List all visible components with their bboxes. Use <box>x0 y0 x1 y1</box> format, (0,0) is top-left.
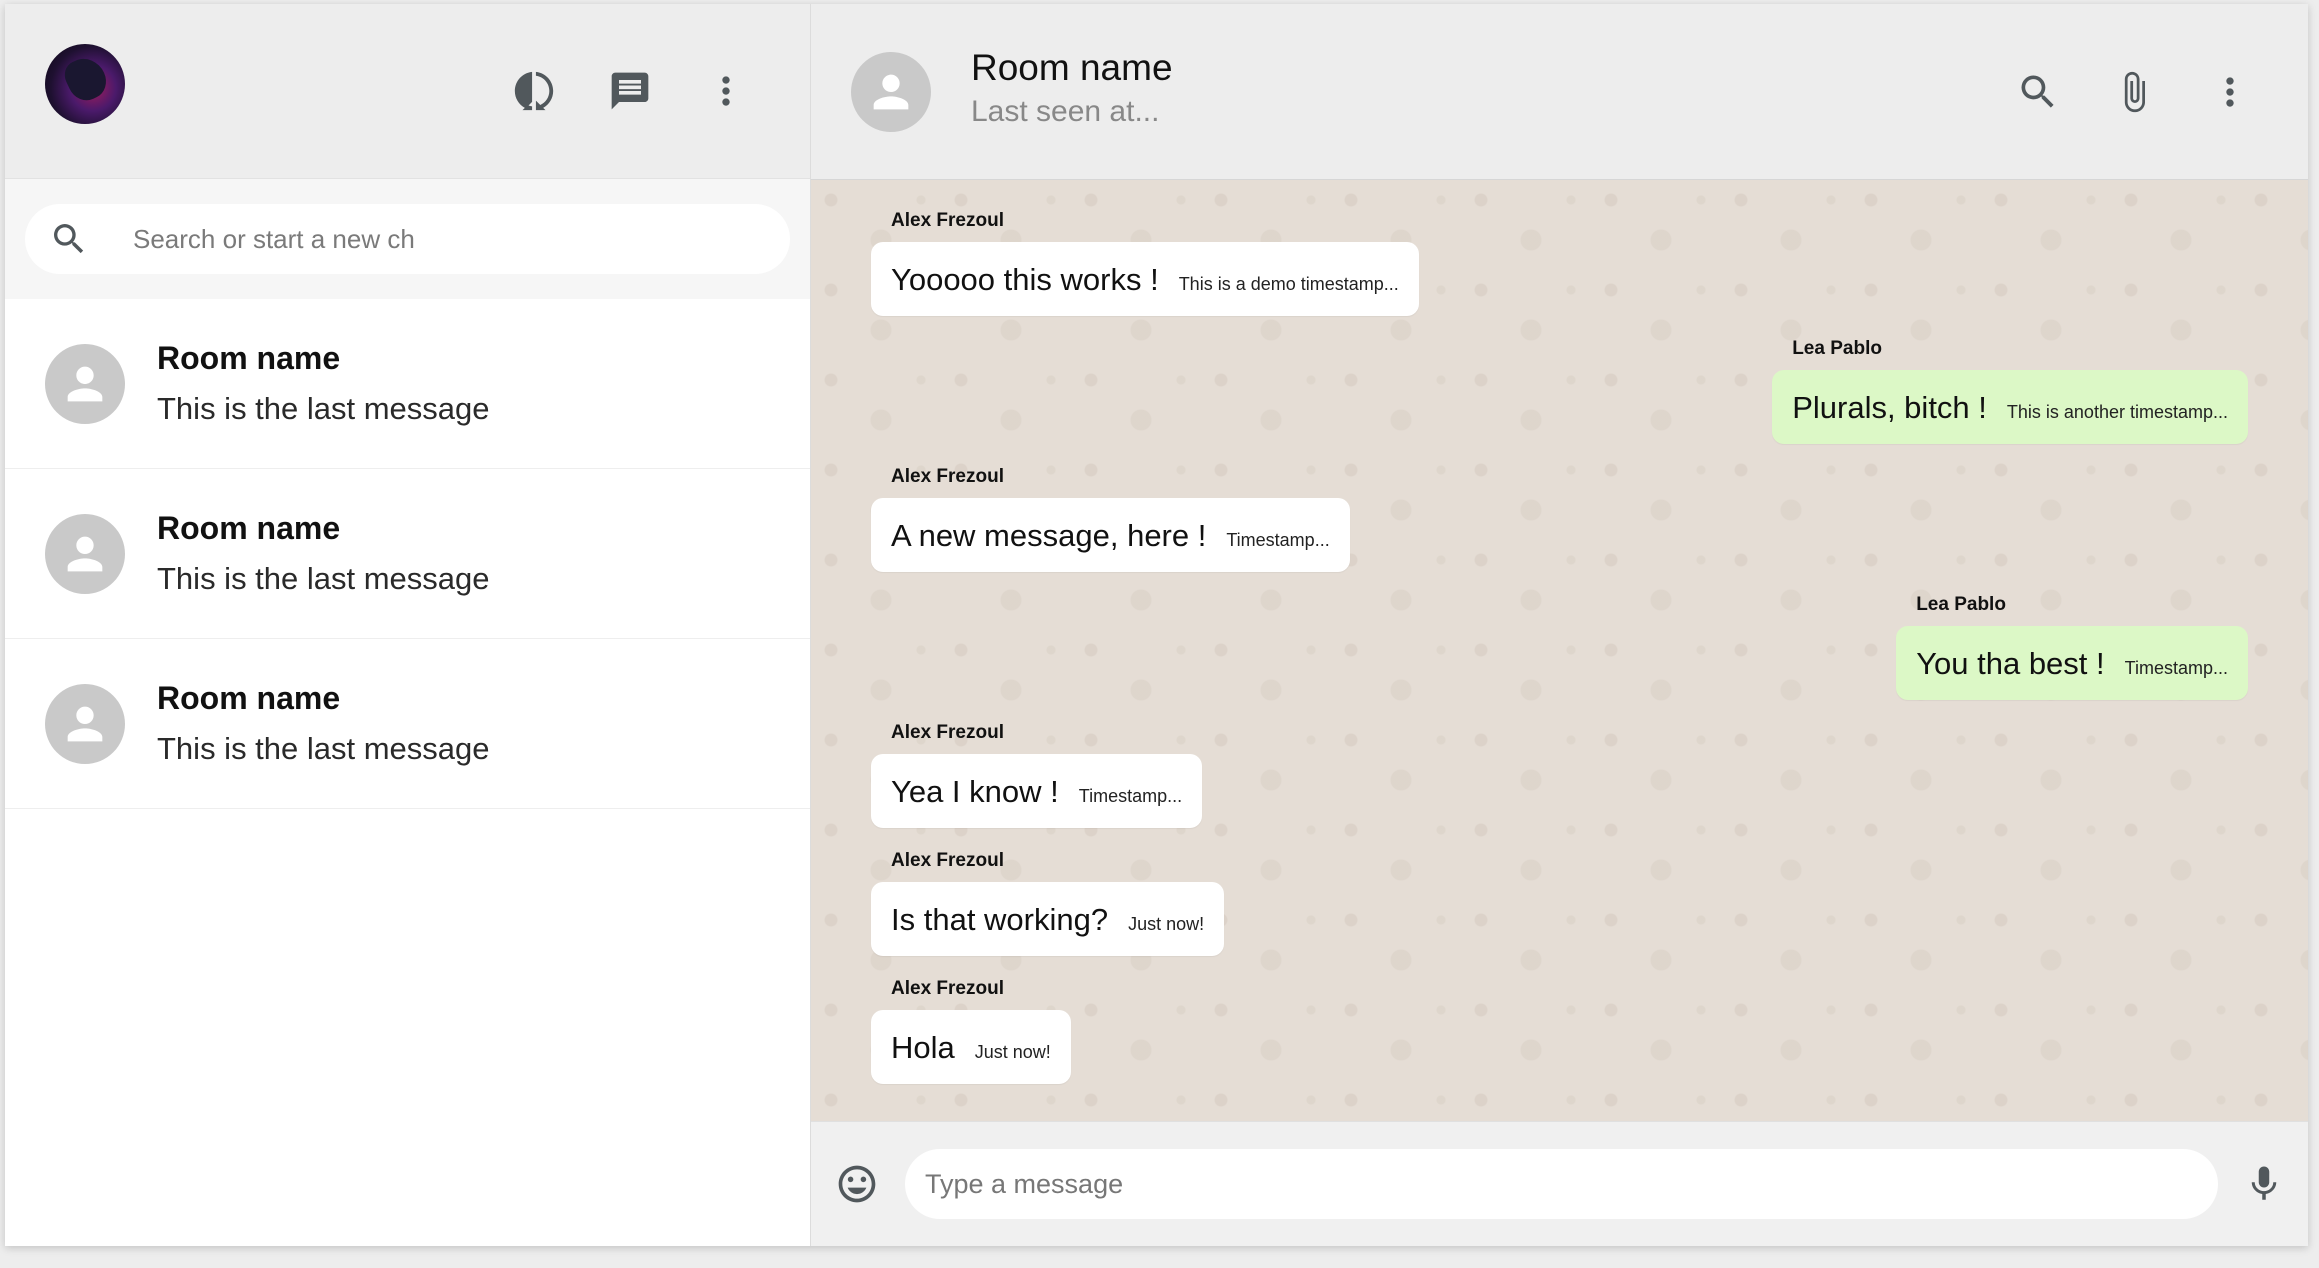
message-timestamp: Timestamp... <box>1226 530 1330 550</box>
message-input[interactable] <box>905 1149 2218 1219</box>
message-bubble: Plurals, bitch ! This is another timesta… <box>1772 370 2248 444</box>
emoji-icon[interactable] <box>833 1160 881 1208</box>
message-bubble: Is that working? Just now! <box>871 882 1225 956</box>
message-timestamp: This is another timestamp... <box>2006 402 2228 422</box>
message-text: You tha best ! <box>1916 646 2105 681</box>
chat-name: Room name <box>157 680 341 716</box>
message-bubble: You tha best ! Timestamp... <box>1896 626 2248 700</box>
room-avatar-icon <box>45 513 125 594</box>
microphone-icon[interactable] <box>2240 1160 2288 1208</box>
chat-header: Room name Last seen at... <box>811 4 2308 180</box>
chat-panel: Room name Last seen at... Alex Frezoul Y… <box>811 4 2308 1246</box>
user-avatar[interactable] <box>45 44 125 124</box>
message-bubble: A new message, here ! Timestamp... <box>871 498 1350 572</box>
message-bubble: Hola Just now! <box>871 1010 1071 1084</box>
room-avatar-icon[interactable] <box>851 51 931 132</box>
message-text: Yooooo this works ! <box>891 262 1159 297</box>
room-avatar-icon <box>45 683 125 764</box>
message-text: Plurals, bitch ! <box>1792 390 1987 425</box>
message: Alex Frezoul Yooooo this works ! This is… <box>871 210 1419 316</box>
chat-list-item[interactable]: Room name This is the last message <box>5 469 810 639</box>
app-window: Room name This is the last message Room … <box>5 4 2308 1246</box>
search-box <box>25 204 790 274</box>
sidebar-search <box>5 179 810 299</box>
message: Alex Frezoul Yea I know ! Timestamp... <box>871 722 1203 828</box>
message-sender: Alex Frezoul <box>891 850 1004 871</box>
message-sender: Lea Pablo <box>1792 338 1882 359</box>
chat-messages[interactable]: Alex Frezoul Yooooo this works ! This is… <box>811 180 2308 1121</box>
chat-info: Room name This is the last message <box>157 680 490 767</box>
chat-footer <box>811 1121 2308 1246</box>
chat-last-message: This is the last message <box>157 731 490 766</box>
message-sender: Alex Frezoul <box>891 722 1004 743</box>
more-vert-icon[interactable] <box>678 43 774 139</box>
message: Lea Pablo You tha best ! Timestamp... <box>1896 594 2248 700</box>
message-sender: Lea Pablo <box>1916 594 2006 615</box>
status-icon[interactable] <box>486 43 582 139</box>
search-icon <box>54 224 84 254</box>
message-sender: Alex Frezoul <box>891 210 1004 231</box>
message-text: Hola <box>891 1030 955 1065</box>
search-icon[interactable] <box>1990 44 2086 140</box>
chat-room-name: Room name <box>971 46 1173 88</box>
chat-last-seen: Last seen at... <box>971 94 1160 128</box>
message: Alex Frezoul Hola Just now! <box>871 978 1071 1084</box>
sidebar-header <box>5 4 810 179</box>
message: Alex Frezoul Is that working? Just now! <box>871 850 1225 956</box>
message-bubble: Yooooo this works ! This is a demo times… <box>871 242 1419 316</box>
room-avatar-icon <box>45 343 125 424</box>
chat-info: Room name This is the last message <box>157 340 490 427</box>
message-timestamp: Timestamp... <box>2124 658 2228 678</box>
message: Lea Pablo Plurals, bitch ! This is anoth… <box>1772 338 2248 444</box>
chat-header-info: Room name Last seen at... <box>971 47 1173 129</box>
new-chat-icon[interactable] <box>582 43 678 139</box>
search-input[interactable] <box>131 222 766 256</box>
sidebar: Room name This is the last message Room … <box>5 4 811 1246</box>
message-timestamp: Timestamp... <box>1078 786 1183 806</box>
chat-last-message: This is the last message <box>157 391 490 426</box>
chat-name: Room name <box>157 340 341 376</box>
chat-last-message: This is the last message <box>157 561 490 596</box>
message-timestamp: Just now! <box>1128 914 1205 934</box>
message-text: Yea I know ! <box>891 774 1059 809</box>
message-timestamp: This is a demo timestamp... <box>1178 274 1399 294</box>
message-sender: Alex Frezoul <box>891 466 1004 487</box>
message-timestamp: Just now! <box>974 1042 1051 1062</box>
message-sender: Alex Frezoul <box>891 978 1004 999</box>
chat-list-item[interactable]: Room name This is the last message <box>5 639 810 809</box>
message-text: A new message, here ! <box>891 518 1207 553</box>
more-vert-icon[interactable] <box>2182 44 2278 140</box>
chat-list: Room name This is the last message Room … <box>5 299 810 1246</box>
message-bubble: Yea I know ! Timestamp... <box>871 754 1203 828</box>
message: Alex Frezoul A new message, here ! Times… <box>871 466 1350 572</box>
chat-list-item[interactable]: Room name This is the last message <box>5 299 810 469</box>
chat-info: Room name This is the last message <box>157 510 490 597</box>
chat-name: Room name <box>157 510 341 546</box>
message-text: Is that working? <box>891 902 1109 937</box>
attach-file-icon[interactable] <box>2086 44 2182 140</box>
